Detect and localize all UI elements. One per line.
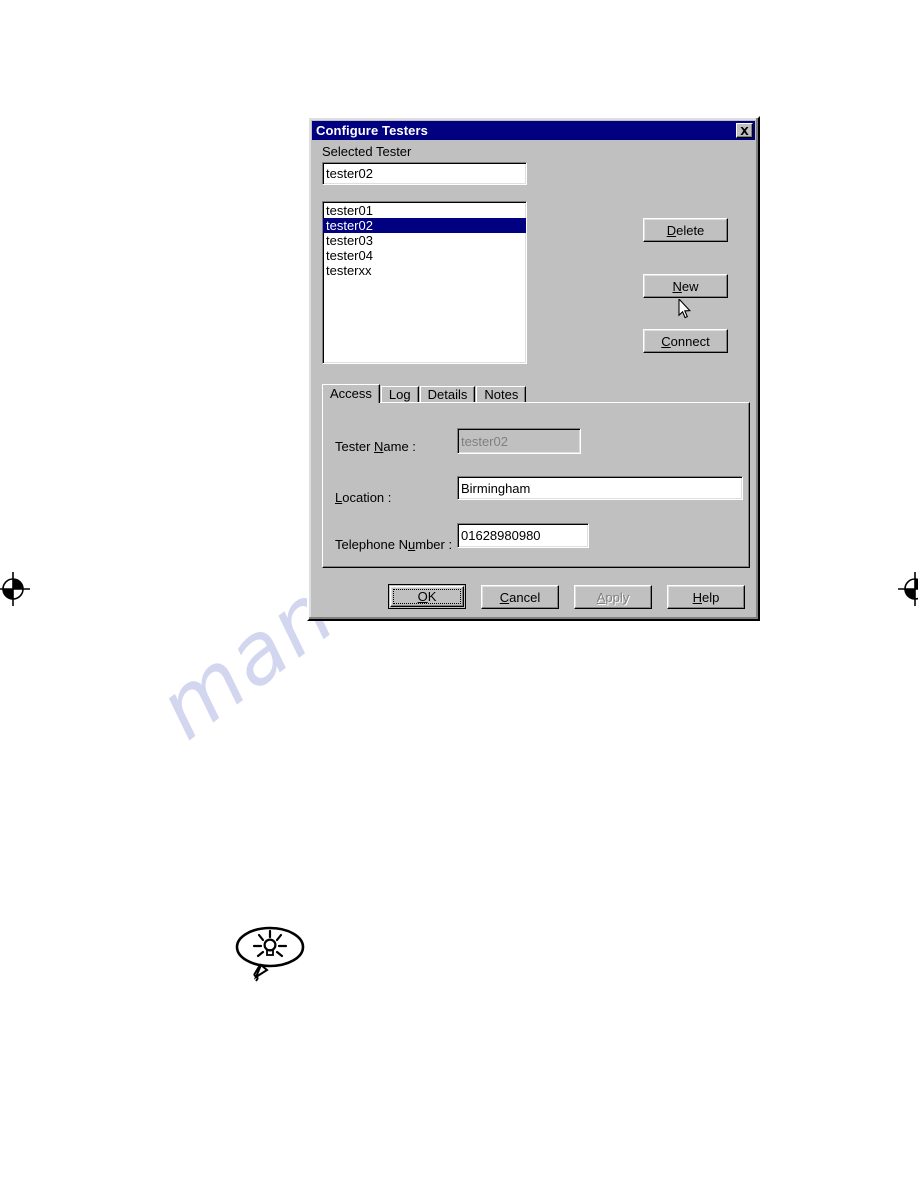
registration-mark-right — [898, 572, 918, 606]
tester-name-input: tester02 — [457, 428, 581, 454]
connect-button-label-rest: onnect — [670, 333, 710, 349]
delete-button[interactable]: Delete — [643, 218, 728, 242]
dialog-title: Configure Testers — [316, 123, 428, 138]
selected-tester-label: Selected Tester — [322, 144, 412, 159]
apply-button: Apply — [574, 585, 652, 609]
list-item[interactable]: testerxx — [323, 263, 526, 278]
list-item[interactable]: tester01 — [323, 203, 526, 218]
tester-listbox-items: tester01 tester02 tester03 tester04 test… — [323, 203, 526, 278]
registration-mark-left — [0, 572, 30, 606]
tab-log[interactable]: Log — [380, 386, 419, 403]
help-button[interactable]: Help — [667, 585, 745, 609]
tab-join-mask — [323, 401, 367, 404]
selected-tester-input[interactable]: tester02 — [322, 162, 527, 185]
list-item[interactable]: tester04 — [323, 248, 526, 263]
telephone-number-input[interactable]: 01628980980 — [457, 523, 589, 548]
new-button[interactable]: New — [643, 274, 728, 298]
connect-button[interactable]: Connect — [643, 329, 728, 353]
lightbulb-tip-icon — [234, 925, 306, 983]
location-input[interactable]: Birmingham — [457, 476, 743, 500]
tab-strip: Access Log Details Notes — [322, 384, 750, 403]
location-label: Location : — [335, 490, 392, 505]
list-item[interactable]: tester03 — [323, 233, 526, 248]
list-item[interactable]: tester02 — [323, 218, 526, 233]
new-button-label-rest: ew — [681, 278, 699, 294]
tester-name-label: Tester Name : — [335, 439, 416, 454]
configure-testers-dialog: Configure Testers Selected Tester tester… — [307, 116, 760, 621]
cancel-button[interactable]: Cancel — [481, 585, 559, 609]
tab-notes[interactable]: Notes — [476, 386, 527, 403]
close-icon[interactable] — [736, 123, 753, 138]
dialog-titlebar[interactable]: Configure Testers — [312, 121, 755, 140]
tester-listbox[interactable]: tester01 tester02 tester03 tester04 test… — [322, 201, 527, 364]
ok-button[interactable]: OK — [388, 584, 466, 609]
delete-button-label-rest: elete — [676, 222, 705, 238]
tab-details[interactable]: Details — [419, 386, 476, 403]
telephone-number-label: Telephone Number : — [335, 537, 453, 552]
